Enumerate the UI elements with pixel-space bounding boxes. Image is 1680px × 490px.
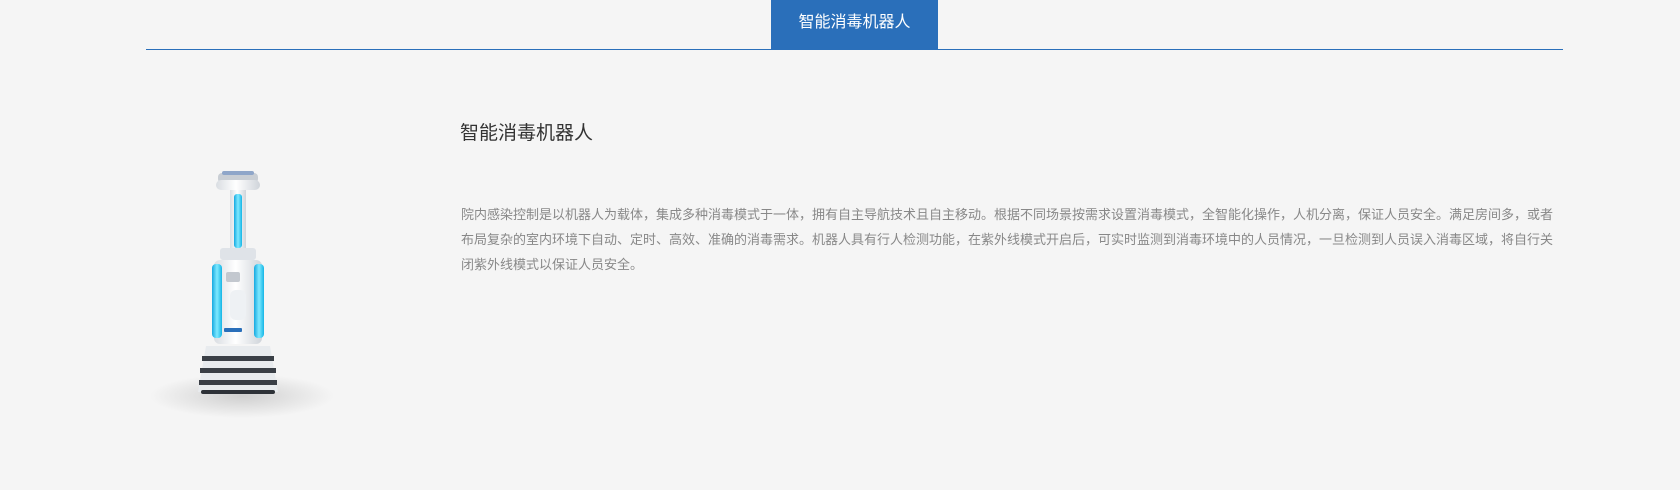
tab-disinfection-robot[interactable]: 智能消毒机器人 <box>771 0 938 49</box>
tab-bar: 智能消毒机器人 <box>146 0 1563 50</box>
disinfection-robot-illustration <box>150 171 334 418</box>
product-section: 智能消毒机器人 智能消毒机器人 院内感染控制是以机器人为载体，集成多种消毒模式于… <box>0 0 1680 490</box>
product-title: 智能消毒机器人 <box>460 122 594 144</box>
product-description: 院内感染控制是以机器人为载体，集成多种消毒模式于一体，拥有自主导航技术且自主移动… <box>461 208 1554 273</box>
product-image <box>146 160 338 420</box>
